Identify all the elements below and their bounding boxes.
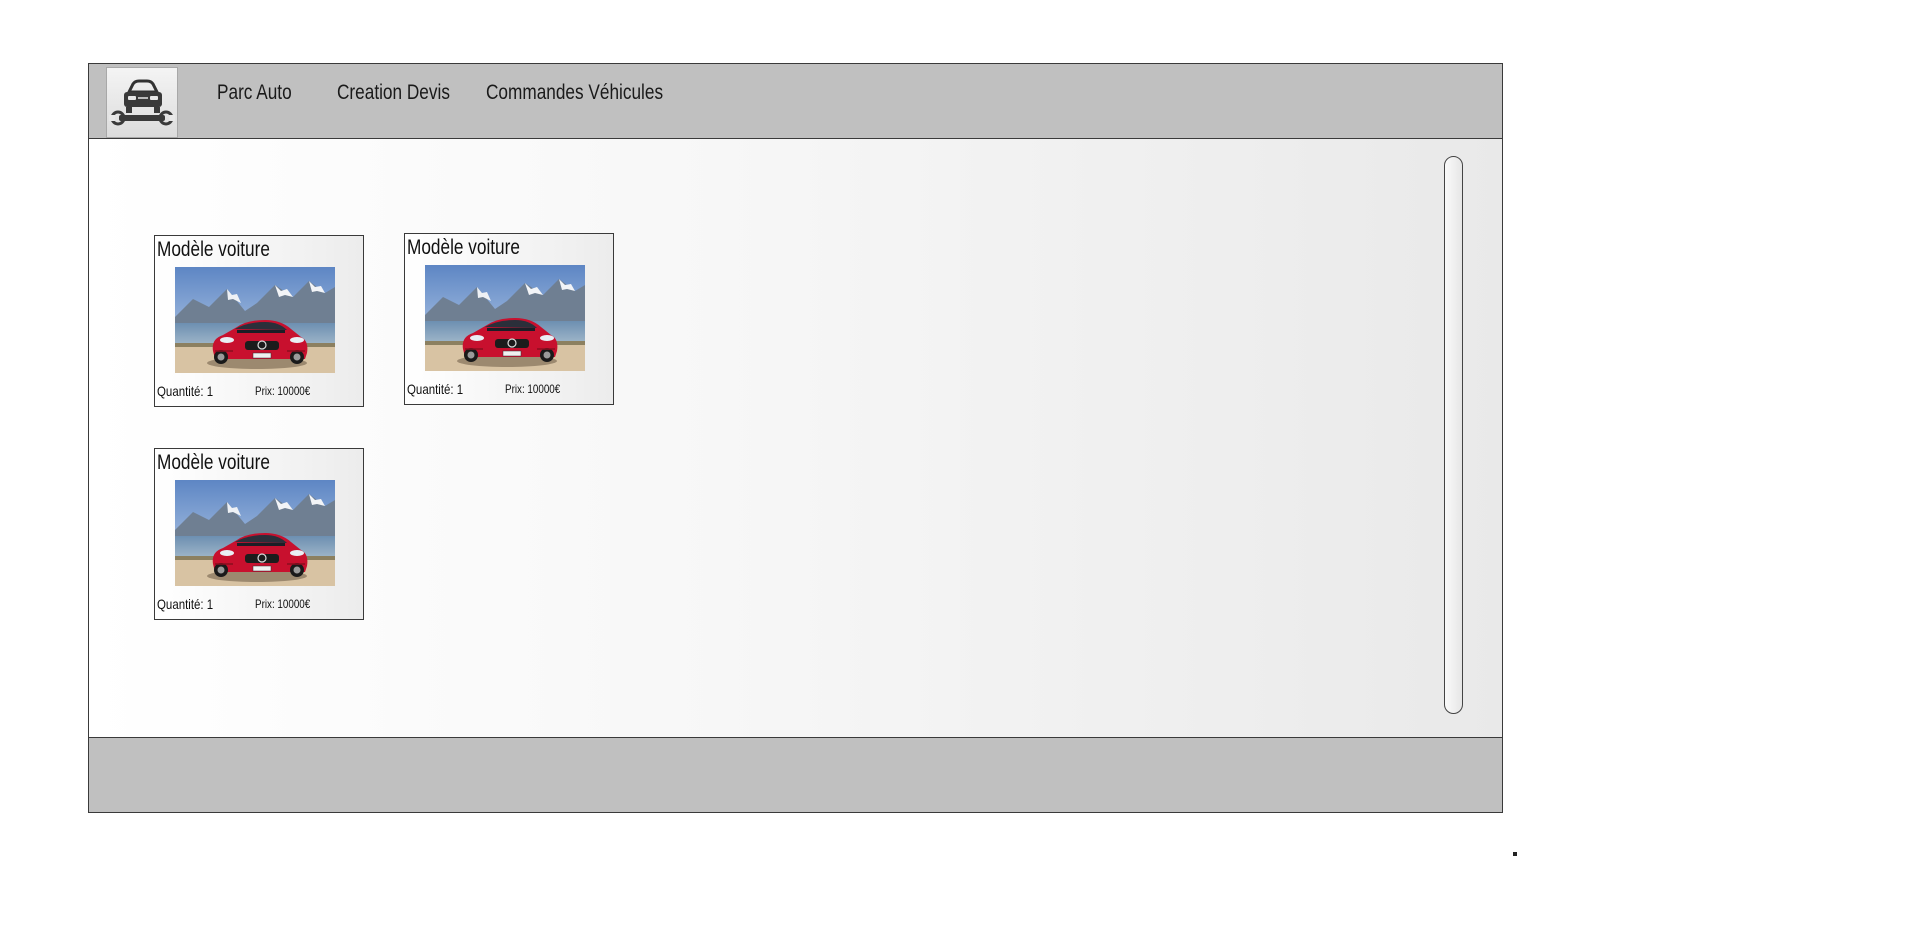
card-price: Prix: 10000€ [255,597,311,611]
vertical-scrollbar[interactable] [1444,156,1463,714]
nav-commandes-vehicules[interactable]: Commandes Véhicules [486,81,663,105]
red-car-photo [175,267,335,373]
card-quantity: Quantité: 1 [157,383,214,399]
card-title: Modèle voiture [157,451,270,474]
card-title: Modèle voiture [157,238,270,261]
card-quantity: Quantité: 1 [157,596,214,612]
red-car-photo [175,480,335,586]
card-title: Modèle voiture [407,236,520,259]
vehicle-list-area: Modèle voiture Quantité: 1 Prix: 10000€ [89,139,1502,739]
vehicle-card[interactable]: Modèle voiture Quantité: 1 Prix: 10000€ [154,448,364,620]
card-quantity: Quantité: 1 [407,381,464,397]
card-price: Prix: 10000€ [255,384,311,398]
card-price: Prix: 10000€ [505,382,561,396]
stray-dot [1513,852,1517,856]
nav-creation-devis[interactable]: Creation Devis [337,81,450,105]
car-repair-icon [109,79,175,126]
logo[interactable] [106,67,178,138]
red-car-photo [425,265,585,371]
footer-bar [89,737,1502,812]
nav-parc-auto[interactable]: Parc Auto [217,81,292,105]
app-window: Parc Auto Creation Devis Commandes Véhic… [88,63,1503,813]
vehicle-card[interactable]: Modèle voiture Quantité: 1 Prix: 10000€ [154,235,364,407]
top-navbar: Parc Auto Creation Devis Commandes Véhic… [89,64,1502,139]
vehicle-card[interactable]: Modèle voiture Quantité: 1 Prix: 10000€ [404,233,614,405]
